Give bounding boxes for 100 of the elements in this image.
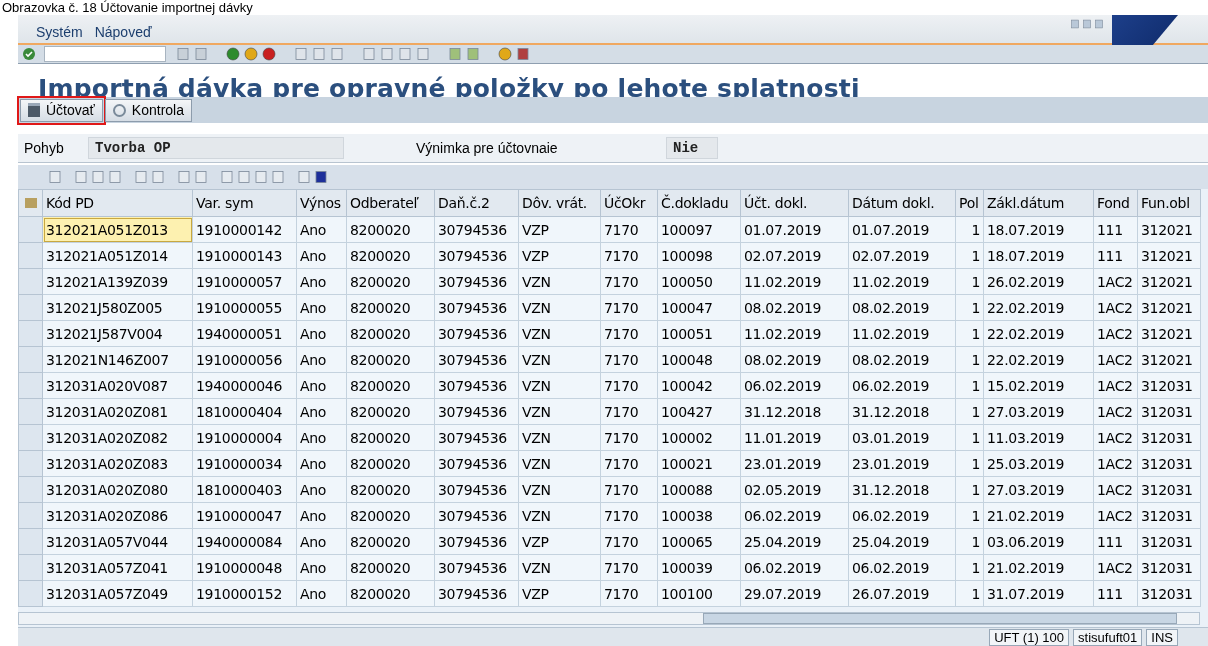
table-cell: 23.01.2019 <box>740 450 849 477</box>
exception-field[interactable]: Nie <box>666 137 718 159</box>
table-cell: 03.06.2019 <box>983 528 1094 555</box>
table-cell: VZN <box>518 398 601 425</box>
toolbar-button[interactable]: Účtovať <box>20 98 103 122</box>
row-selector[interactable] <box>18 476 43 503</box>
page-icon[interactable] <box>416 47 430 61</box>
row-selector[interactable] <box>18 450 43 477</box>
row-selector[interactable] <box>18 398 43 425</box>
table-cell: 1910000048 <box>192 554 297 581</box>
row-selector[interactable] <box>18 294 43 321</box>
page-icon[interactable] <box>220 170 234 184</box>
row-selector[interactable] <box>18 528 43 555</box>
table-cell: 30794536 <box>434 216 519 243</box>
column-header[interactable]: Dôv. vrát. <box>518 189 601 217</box>
row-selector[interactable] <box>18 502 43 529</box>
row-selector[interactable] <box>18 424 43 451</box>
horizontal-scrollbar[interactable] <box>18 612 1200 625</box>
table-cell: 31.07.2019 <box>983 580 1094 607</box>
check-icon[interactable] <box>22 47 36 61</box>
table-cell: 8200020 <box>346 320 435 347</box>
table-cell: 312021J587V004 <box>42 320 193 347</box>
table-cell: 06.02.2019 <box>740 502 849 529</box>
table-cell: 29.07.2019 <box>740 580 849 607</box>
table-cell: 25.03.2019 <box>983 450 1094 477</box>
table-cell: VZP <box>518 242 601 269</box>
column-header[interactable]: Fun.obl <box>1137 189 1201 217</box>
table-cell: VZP <box>518 580 601 607</box>
circle-icon[interactable] <box>244 47 258 61</box>
table-cell: 8200020 <box>346 268 435 295</box>
table-cell: 30794536 <box>434 502 519 529</box>
column-header[interactable]: Zákl.dátum <box>983 189 1094 217</box>
page-icon[interactable] <box>294 47 308 61</box>
menu-item[interactable]: Systém <box>36 24 83 43</box>
column-header[interactable]: Účt. dokl. <box>740 189 849 217</box>
table-cell: VZN <box>518 476 601 503</box>
table-cell: 30794536 <box>434 528 519 555</box>
column-header[interactable]: Kód PD <box>42 189 193 217</box>
movement-field[interactable]: Tvorba OP <box>88 137 344 159</box>
table-cell: VZN <box>518 450 601 477</box>
table-cell: VZN <box>518 502 601 529</box>
window-icon[interactable] <box>448 47 462 61</box>
row-selector[interactable] <box>18 216 43 243</box>
table-cell: 08.02.2019 <box>848 294 956 321</box>
column-header[interactable]: Var. sym <box>192 189 297 217</box>
row-selector[interactable] <box>18 346 43 373</box>
table-cell: 100050 <box>657 268 741 295</box>
select-all-icon[interactable] <box>24 198 37 208</box>
page-icon[interactable] <box>398 47 412 61</box>
column-header[interactable]: Č.dokladu <box>657 189 741 217</box>
table-cell: 30794536 <box>434 398 519 425</box>
table-cell: VZN <box>518 424 601 451</box>
table-cell: 1940000051 <box>192 320 297 347</box>
row-selector[interactable] <box>18 268 43 295</box>
row-selector[interactable] <box>18 242 43 269</box>
table-cell: 1940000046 <box>192 372 297 399</box>
table-cell: 23.01.2019 <box>848 450 956 477</box>
page-icon[interactable] <box>194 170 208 184</box>
table-cell: 1810000403 <box>192 476 297 503</box>
table-cell: 100048 <box>657 346 741 373</box>
column-header[interactable]: Daň.č.2 <box>434 189 519 217</box>
status-field: stisufuft01 <box>1073 628 1143 646</box>
toolbar-button[interactable]: Kontrola <box>104 98 192 122</box>
table-cell: 1910000142 <box>192 216 297 243</box>
page-icon[interactable] <box>330 47 344 61</box>
table-cell: 11.02.2019 <box>740 268 849 295</box>
table-cell: 100051 <box>657 320 741 347</box>
table-cell: 8200020 <box>346 528 435 555</box>
column-header[interactable]: Pol <box>955 189 984 217</box>
table-cell: 11.03.2019 <box>983 424 1094 451</box>
row-selector[interactable] <box>18 580 43 607</box>
page-icon[interactable] <box>271 170 285 184</box>
window-icon[interactable] <box>466 47 480 61</box>
table-cell: 312021N146Z007 <box>42 346 193 373</box>
page-icon[interactable] <box>312 47 326 61</box>
page-icon[interactable] <box>380 47 394 61</box>
table-cell: 312021J580Z005 <box>42 294 193 321</box>
column-header[interactable]: ÚčOkr <box>600 189 658 217</box>
caption-text: Obrazovka č. 18 Účtovanie importnej dávky <box>2 0 253 15</box>
table-cell: 01.07.2019 <box>848 216 956 243</box>
row-selector[interactable] <box>18 320 43 347</box>
table-cell: 30794536 <box>434 294 519 321</box>
table-cell: 312021A051Z014 <box>42 242 193 269</box>
row-selector[interactable] <box>18 554 43 581</box>
circle-icon[interactable] <box>498 47 512 61</box>
command-field[interactable] <box>44 46 166 62</box>
circle-icon[interactable] <box>226 47 240 61</box>
table-cell: 1910000004 <box>192 424 297 451</box>
menu-item[interactable]: Nápoveď <box>94 24 152 43</box>
column-header[interactable]: Dátum dokl. <box>848 189 956 217</box>
column-header[interactable]: Výnos <box>296 189 347 217</box>
row-selector[interactable] <box>18 372 43 399</box>
circle-icon[interactable] <box>262 47 276 61</box>
table-cell: 8200020 <box>346 476 435 503</box>
table-cell: 02.07.2019 <box>848 242 956 269</box>
column-header[interactable]: Fond <box>1093 189 1138 217</box>
page-icon[interactable] <box>362 47 376 61</box>
page-icon[interactable] <box>134 170 148 184</box>
column-header[interactable]: Odberateľ <box>346 189 435 217</box>
table-cell: 06.02.2019 <box>848 502 956 529</box>
